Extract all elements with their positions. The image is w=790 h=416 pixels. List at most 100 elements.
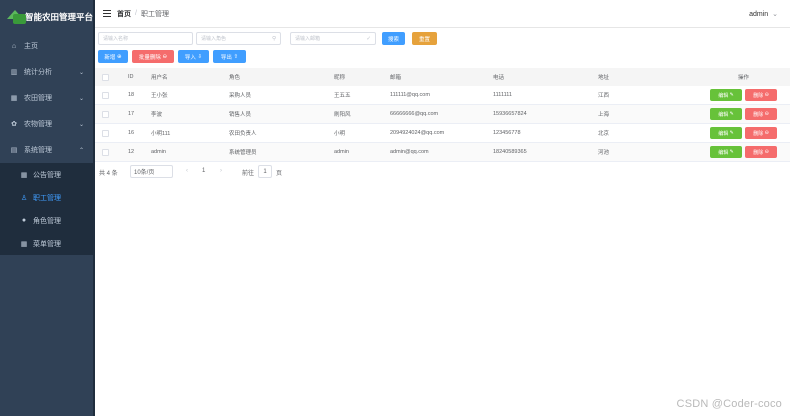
export-button-label: 导出 (220, 54, 232, 61)
sidebar-item-farmland[interactable]: ▦ 农田管理 ⌄ (0, 85, 93, 111)
delete-label: 删除 (753, 130, 764, 137)
column-header-username: 用户名 (151, 75, 168, 81)
sidebar-item-label: 主页 (24, 43, 38, 50)
export-button[interactable]: 导出 ⇧ (213, 50, 246, 63)
sidebar-item-label: 统计分析 (24, 69, 52, 76)
app-title: 智能农田管理平台 (24, 11, 93, 22)
action-toolbar: 新增 ⊕ 批量删除 ⊖ 导入 ⇩ 导出 ⇧ (95, 50, 790, 64)
email-search-input[interactable]: 请输入邮箱 ✓ (290, 32, 376, 45)
system-submenu: ▦ 公告管理 ♙ 职工管理 ● 角色管理 ▦ 菜单管理 (0, 163, 93, 255)
role-search-input[interactable]: 请输入角色 ⚲ (196, 32, 281, 45)
cell-nickname: admin (334, 149, 349, 155)
prev-page-button[interactable]: ‹ (186, 168, 188, 174)
pagination: 共 4 条 10条/页 ‹ 1 › 前往 1 页 (95, 164, 790, 180)
app-logo[interactable]: 智能农田管理平台 (0, 0, 93, 33)
pagination-total: 共 4 条 (99, 171, 118, 177)
goto-suffix: 页 (276, 171, 283, 177)
notice-icon: ▦ (20, 171, 28, 179)
chevron-up-icon: ⌃ (78, 147, 84, 154)
chevron-down-icon: ⌄ (78, 121, 84, 128)
row-checkbox[interactable] (102, 91, 109, 99)
user-dropdown[interactable]: admin ⌄ (749, 10, 778, 18)
sidebar-item-label: 农物管理 (24, 121, 52, 128)
edit-icon: ✎ (728, 92, 734, 98)
logo-icon (6, 8, 26, 26)
row-checkbox[interactable] (102, 129, 109, 137)
delete-button[interactable]: 删除 ⊖ (745, 108, 777, 120)
sidebar-item-home[interactable]: ⌂ 主页 (0, 33, 93, 59)
chevron-down-icon: ⌄ (772, 11, 778, 18)
cell-phone: 123456778 (493, 130, 521, 136)
import-button[interactable]: 导入 ⇩ (178, 50, 209, 63)
menu-icon: ▦ (20, 240, 28, 248)
sidebar-item-staff[interactable]: ♙ 职工管理 (0, 186, 93, 209)
sidebar-item-roles[interactable]: ● 角色管理 (0, 209, 93, 232)
delete-label: 删除 (753, 111, 764, 118)
row-checkbox[interactable] (102, 148, 109, 156)
column-header-email: 邮箱 (390, 75, 402, 81)
add-button-label: 新增 (104, 54, 116, 61)
plant-icon: ✿ (11, 121, 17, 128)
cell-role: 农田负责人 (229, 131, 257, 137)
cell-nickname: 刷阳风 (334, 112, 351, 118)
cell-nickname: 王五五 (334, 93, 351, 99)
search-button[interactable]: 搜索 (382, 32, 405, 45)
user-icon: ♙ (20, 194, 28, 202)
select-all-checkbox[interactable] (102, 73, 109, 81)
sidebar-item-system[interactable]: ▤ 系统管理 ⌃ (0, 137, 93, 163)
delete-icon: ⊖ (160, 53, 168, 60)
edit-button[interactable]: 编辑 ✎ (710, 127, 742, 139)
table-header: ID 用户名 角色 昵称 邮箱 电话 地址 操作 (95, 68, 790, 86)
username-search-input[interactable]: 请输入名称 (98, 32, 193, 45)
delete-button[interactable]: 删除 ⊖ (745, 89, 777, 101)
cell-username: 李波 (151, 112, 163, 118)
delete-label: 删除 (753, 92, 764, 99)
edit-button[interactable]: 编辑 ✎ (710, 108, 742, 120)
delete-button[interactable]: 删除 ⊖ (745, 146, 777, 158)
email-placeholder: 请输入邮箱 (295, 36, 321, 42)
sidebar-item-crops[interactable]: ✿ 农物管理 ⌄ (0, 111, 93, 137)
cell-email: 66666666@qq.com (390, 111, 439, 117)
page-size-select[interactable]: 10条/页 (130, 165, 173, 178)
cell-address: 上海 (598, 112, 610, 118)
sidebar-item-notice[interactable]: ▦ 公告管理 (0, 163, 93, 186)
breadcrumb-home[interactable]: 首页 (117, 9, 131, 19)
cell-role: 系统管理员 (229, 150, 257, 156)
goto-page-input[interactable]: 1 (258, 165, 272, 178)
page-number-current[interactable]: 1 (202, 168, 205, 174)
edit-button[interactable]: 编辑 ✎ (710, 89, 742, 101)
grid-icon: ▦ (10, 95, 18, 102)
cell-address: 河池 (598, 150, 610, 156)
sidebar-item-label: 公告管理 (33, 171, 61, 179)
cell-phone: 15936657824 (493, 111, 527, 117)
breadcrumb-separator: / (135, 10, 137, 17)
cell-username: admin (151, 149, 166, 155)
edit-icon: ✎ (728, 130, 734, 136)
search-input-icon: ✓ (366, 35, 371, 42)
column-header-id: ID (128, 74, 134, 80)
next-page-button[interactable]: › (220, 168, 222, 174)
cell-role: 采购人员 (229, 93, 252, 99)
chevron-down-icon: ⌄ (78, 95, 84, 102)
search-bar: 请输入名称 请输入角色 ⚲ 请输入邮箱 ✓ 搜索 重置 (95, 32, 790, 46)
add-button[interactable]: 新增 ⊕ (98, 50, 128, 63)
goto-label: 前往 (242, 171, 255, 177)
column-header-role: 角色 (229, 75, 241, 81)
batch-delete-button[interactable]: 批量删除 ⊖ (132, 50, 174, 63)
sidebar-item-statistics[interactable]: ▥ 统计分析 ⌄ (0, 59, 93, 85)
cell-username: 王小张 (151, 93, 168, 99)
top-header: 首页 / 职工管理 admin ⌄ (95, 0, 790, 28)
cell-address: 北京 (598, 131, 610, 137)
cell-email: 111111@qq.com (390, 92, 430, 98)
cell-id: 12 (128, 149, 135, 155)
edit-button[interactable]: 编辑 ✎ (710, 146, 742, 158)
cell-phone: 1111111 (493, 92, 512, 98)
role-icon: ● (21, 217, 27, 224)
edit-icon: ✎ (728, 149, 734, 155)
table-row: 16 小明111 农田负责人 小明 2094924024@qq.com 1234… (95, 124, 790, 143)
sidebar-item-menus[interactable]: ▦ 菜单管理 (0, 232, 93, 255)
hamburger-icon[interactable] (103, 9, 111, 18)
reset-button[interactable]: 重置 (412, 32, 437, 45)
delete-button[interactable]: 删除 ⊖ (745, 127, 777, 139)
row-checkbox[interactable] (102, 110, 109, 118)
